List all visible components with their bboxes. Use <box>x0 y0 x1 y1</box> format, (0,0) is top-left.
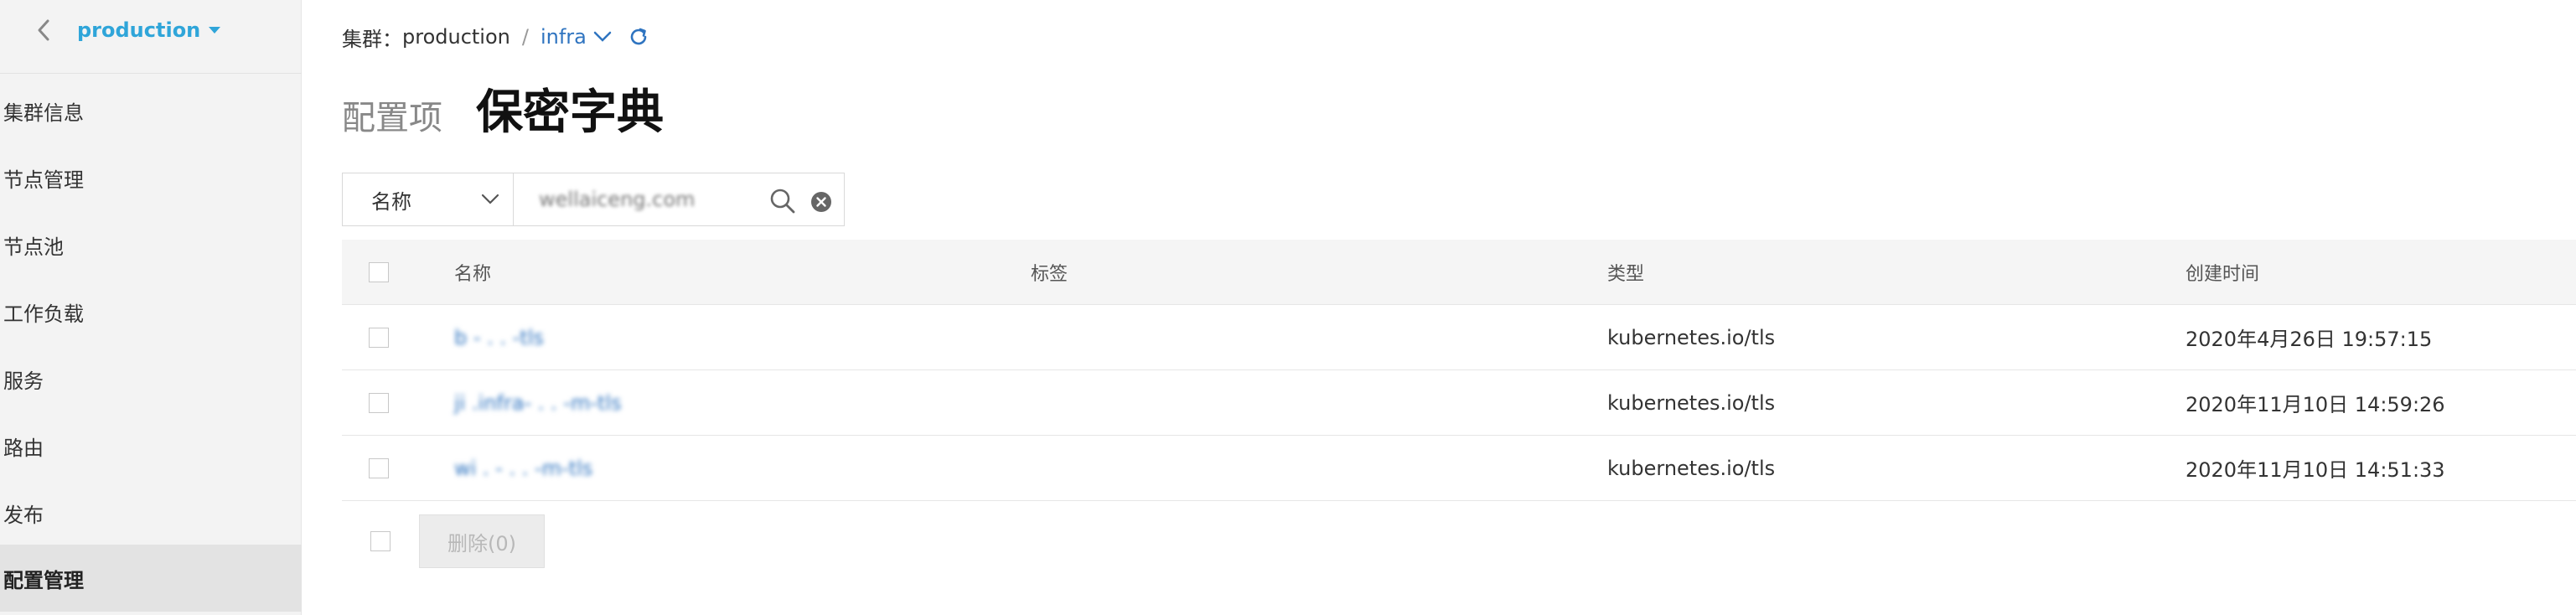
header-labels: 标签 <box>1031 263 1068 285</box>
sidebar-item-label: 路由 <box>3 436 44 460</box>
sidebar: production 集群信息 节点管理 节点池 工作负载 服务 路由 发布 配… <box>0 0 302 615</box>
row-checkbox[interactable] <box>369 457 389 478</box>
header-check-cell <box>342 261 454 282</box>
sidebar-item-nodes[interactable]: 节点管理 <box>0 144 302 211</box>
secret-name-link[interactable]: ji .infra- . . -m-tls <box>454 391 622 415</box>
search-icon[interactable] <box>768 187 797 215</box>
sidebar-header: production <box>0 0 302 74</box>
header-name[interactable]: 名称 <box>454 259 1031 286</box>
table-row: ji .infra- . . -m-tls kubernetes.io/tls … <box>342 370 2576 436</box>
name-cell: b - . . -tls <box>454 326 1031 349</box>
secret-name-link[interactable]: b - . . -tls <box>454 326 544 349</box>
table-footer: 删除(0) <box>342 514 545 568</box>
breadcrumb: 集群： production / infra <box>342 22 650 52</box>
tab-secret[interactable]: 保密字典 <box>476 75 664 142</box>
sidebar-item-releases[interactable]: 发布 <box>0 479 302 546</box>
tab-configmap[interactable]: 配置项 <box>342 90 442 142</box>
namespace-name: infra <box>540 25 587 49</box>
breadcrumb-separator: / <box>521 25 529 49</box>
secrets-table: 名称 标签 类型 创建时间 b - . . -tls kubernetes.io… <box>342 240 2576 501</box>
created-cell: 2020年11月10日 14:51:33 <box>2185 458 2445 482</box>
chevron-left-icon[interactable] <box>34 17 54 44</box>
search-input-wrap <box>514 173 844 225</box>
name-cell: wi . - . . -m-tls <box>454 457 1031 480</box>
sidebar-item-label: 节点管理 <box>3 168 84 192</box>
search-bar: 名称 <box>342 173 845 226</box>
secret-name-link[interactable]: wi . - . . -m-tls <box>454 457 592 480</box>
row-checkbox[interactable] <box>369 392 389 413</box>
row-check-cell <box>342 392 454 413</box>
sidebar-item-cluster-info[interactable]: 集群信息 <box>0 77 302 144</box>
sidebar-item-routes[interactable]: 路由 <box>0 412 302 479</box>
breadcrumb-cluster: production <box>402 25 510 49</box>
sidebar-item-label: 节点池 <box>3 235 64 259</box>
namespace-selector[interactable]: infra <box>541 25 612 49</box>
table-header: 名称 标签 类型 创建时间 <box>342 240 2576 305</box>
select-all-checkbox[interactable] <box>369 261 389 282</box>
footer-select-all-checkbox[interactable] <box>370 531 391 551</box>
cluster-name: production <box>77 18 201 42</box>
row-check-cell <box>342 327 454 348</box>
row-checkbox[interactable] <box>369 327 389 348</box>
main-content: 集群： production / infra 配置项 保密字典 名称 wella… <box>342 0 2576 615</box>
search-field-label: 名称 <box>371 189 411 214</box>
sidebar-item-workloads[interactable]: 工作负载 <box>0 278 302 345</box>
sidebar-item-label: 集群信息 <box>3 101 84 125</box>
sidebar-item-services[interactable]: 服务 <box>0 345 302 412</box>
search-input[interactable] <box>539 188 757 211</box>
header-type[interactable]: 类型 <box>1607 259 2185 286</box>
table-row: wi . - . . -m-tls kubernetes.io/tls 2020… <box>342 436 2576 501</box>
breadcrumb-cluster-label: 集群： <box>342 27 402 51</box>
type-cell: kubernetes.io/tls <box>1607 325 1776 349</box>
sidebar-item-node-pools[interactable]: 节点池 <box>0 211 302 278</box>
type-cell: kubernetes.io/tls <box>1607 390 1776 415</box>
header-created[interactable]: 创建时间 <box>2185 259 2576 286</box>
row-check-cell <box>342 457 454 478</box>
chevron-down-icon <box>481 194 499 204</box>
cluster-selector[interactable]: production <box>77 17 221 44</box>
caret-down-icon <box>209 27 221 34</box>
search-field-select[interactable]: 名称 <box>343 173 514 225</box>
table-row: b - . . -tls kubernetes.io/tls 2020年4月26… <box>342 305 2576 370</box>
created-cell: 2020年4月26日 19:57:15 <box>2185 328 2433 351</box>
sidebar-item-label: 工作负载 <box>3 302 84 326</box>
name-cell: ji .infra- . . -m-tls <box>454 391 1031 415</box>
clear-icon[interactable] <box>810 191 832 213</box>
sidebar-item-label: 发布 <box>3 503 44 527</box>
tab-bar: 配置项 保密字典 <box>342 84 664 142</box>
sidebar-item-label: 配置管理 <box>3 568 84 592</box>
chevron-down-icon <box>593 31 612 42</box>
delete-button[interactable]: 删除(0) <box>419 514 545 568</box>
type-cell: kubernetes.io/tls <box>1607 456 1776 480</box>
sidebar-item-config[interactable]: 配置管理 <box>0 545 302 612</box>
refresh-icon[interactable] <box>627 25 650 49</box>
sidebar-item-label: 服务 <box>3 369 44 393</box>
created-cell: 2020年11月10日 14:59:26 <box>2185 393 2445 416</box>
